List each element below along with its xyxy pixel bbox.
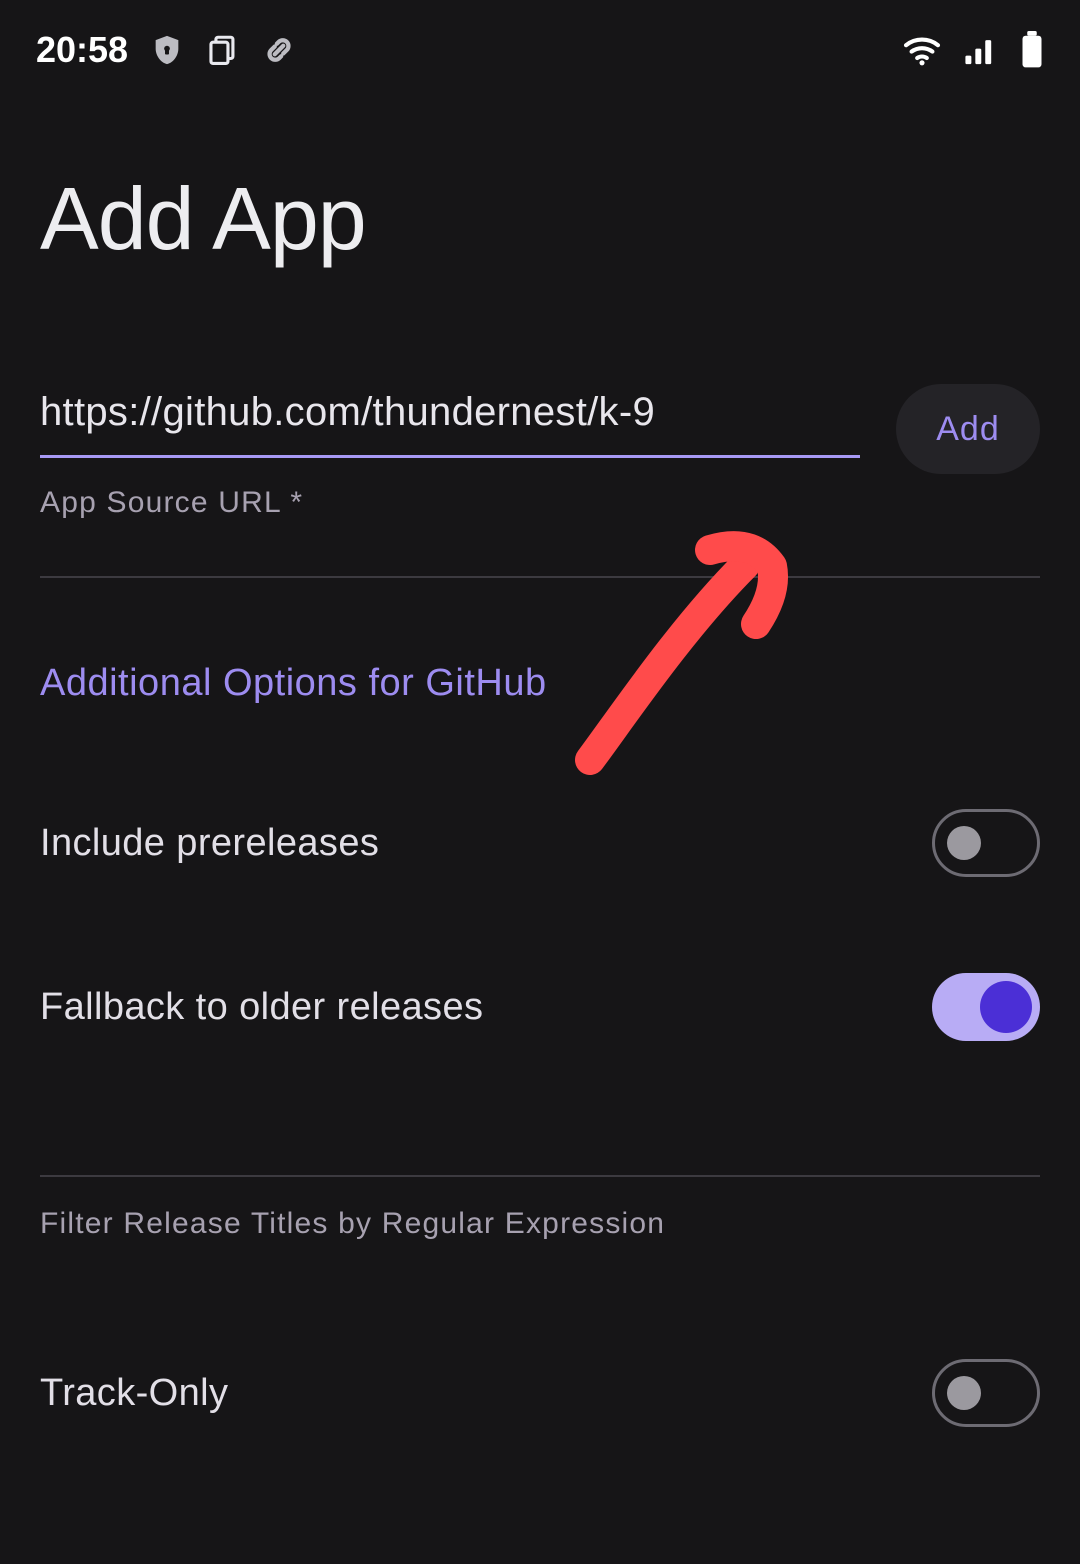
filter-regex-field[interactable]: Filter Release Titles by Regular Express… (40, 1175, 1040, 1241)
battery-icon (1020, 31, 1044, 69)
status-time: 20:58 (36, 29, 128, 71)
app-source-url-caption: App Source URL * (40, 486, 860, 520)
include-prereleases-label: Include prereleases (40, 822, 379, 865)
filter-regex-caption: Filter Release Titles by Regular Express… (40, 1207, 1040, 1241)
add-button[interactable]: Add (896, 384, 1040, 474)
section-heading-github-options: Additional Options for GitHub (40, 662, 1040, 705)
shield-lock-icon (150, 32, 184, 68)
include-prereleases-row: Include prereleases (40, 781, 1040, 905)
link-icon (262, 33, 296, 67)
copy-icon (206, 32, 240, 68)
status-bar: 20:58 (0, 0, 1080, 88)
fallback-older-label: Fallback to older releases (40, 986, 483, 1029)
track-only-label: Track-Only (40, 1372, 228, 1415)
wifi-icon (902, 34, 942, 66)
divider (40, 576, 1040, 578)
include-prereleases-toggle[interactable] (932, 809, 1040, 877)
track-only-row: Track-Only (40, 1331, 1040, 1455)
fallback-older-row: Fallback to older releases (40, 945, 1040, 1069)
page-title: Add App (40, 168, 1040, 270)
fallback-older-toggle[interactable] (932, 973, 1040, 1041)
signal-icon (964, 34, 998, 66)
track-only-toggle[interactable] (932, 1359, 1040, 1427)
app-source-url-input[interactable] (40, 390, 860, 458)
